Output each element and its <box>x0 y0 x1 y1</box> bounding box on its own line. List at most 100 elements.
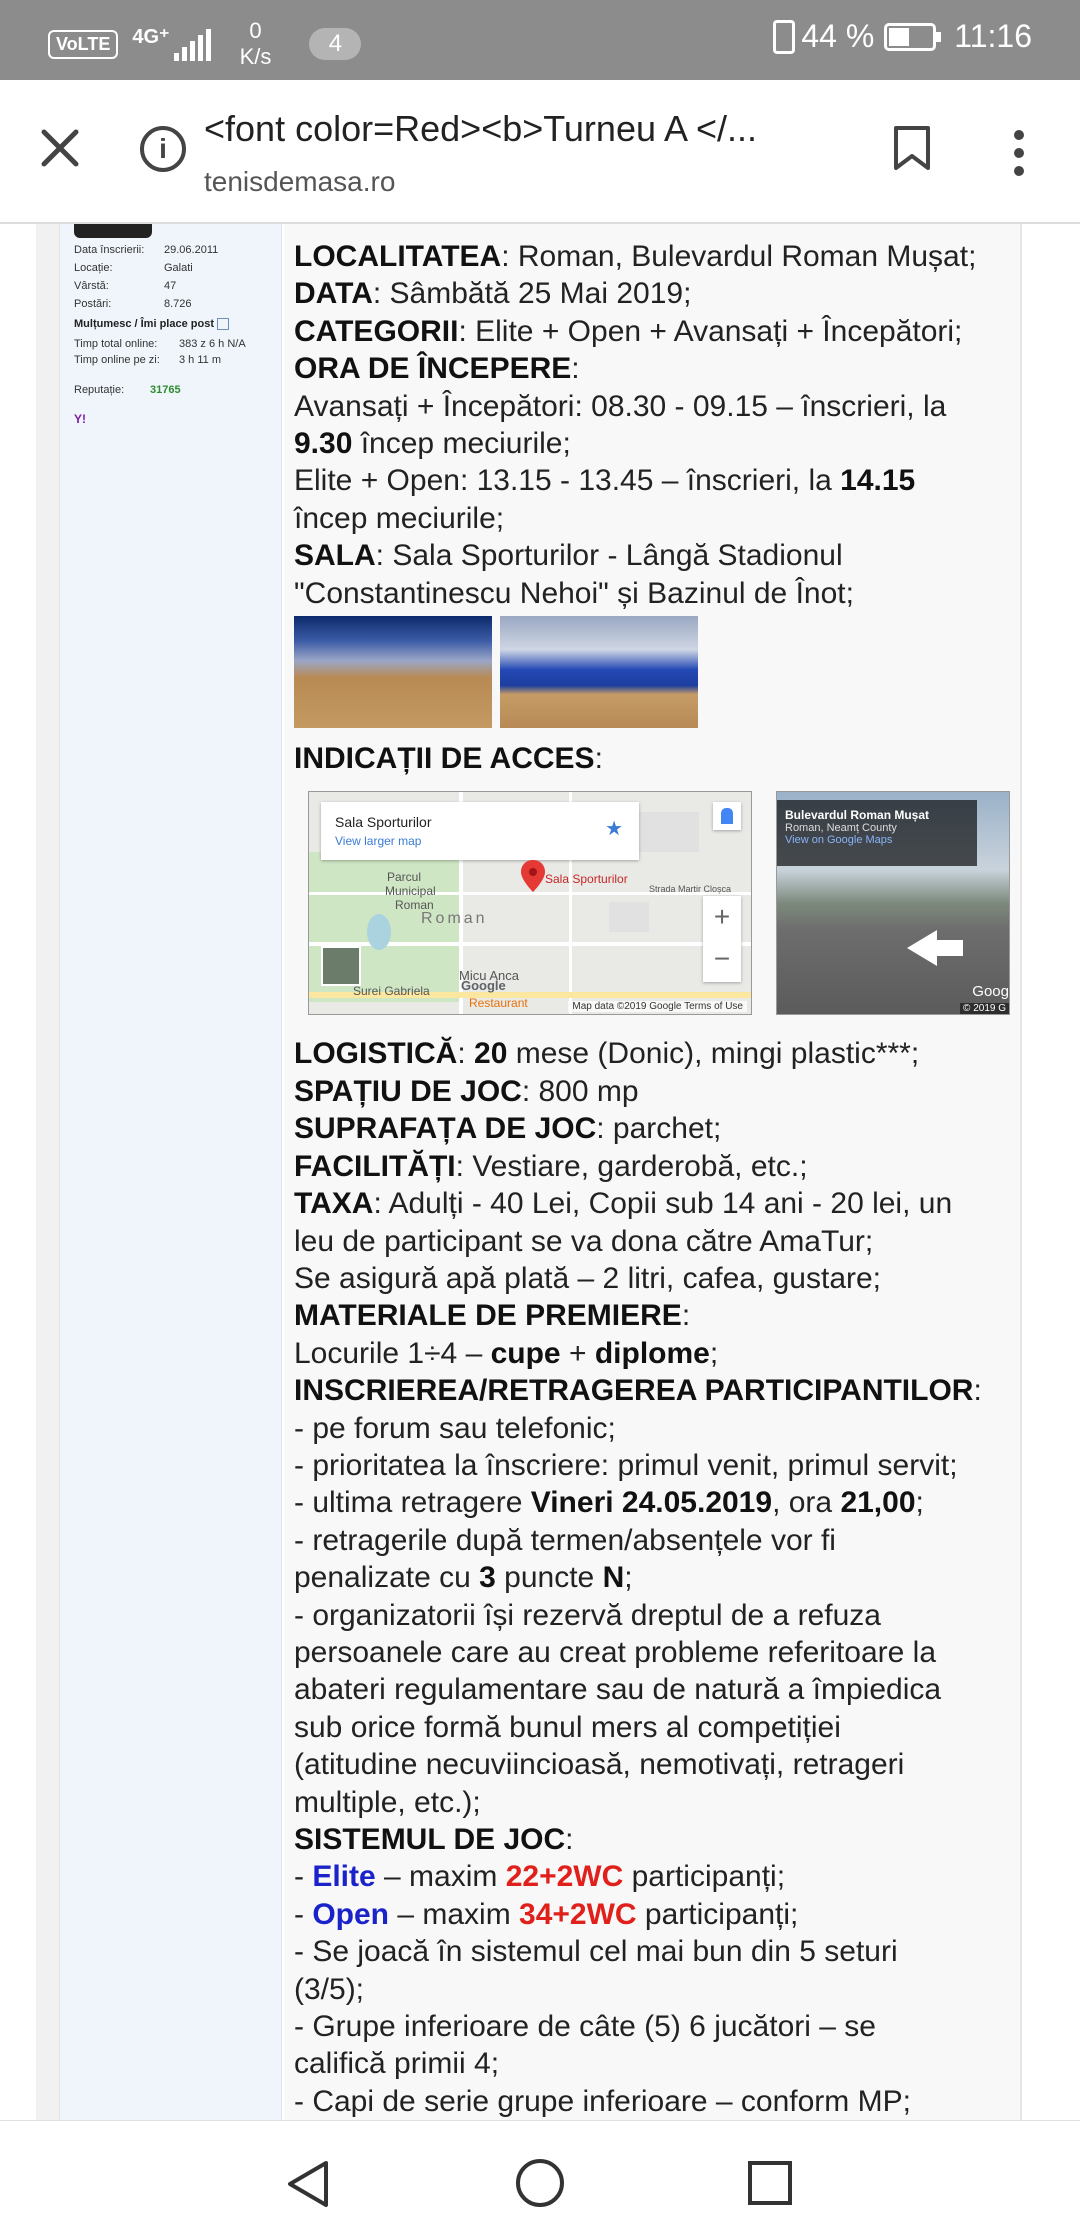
post-line: (3/5); <box>294 1972 365 2006</box>
post-line: - organizatorii își rezervă dreptul de a… <box>294 1598 881 1632</box>
text: : <box>594 742 603 776</box>
profile-row: Data înscrierii: 29.06.2011 <box>74 244 218 256</box>
signal-icon <box>173 27 214 61</box>
heading-localitatea: LOCALITATEA <box>294 240 502 273</box>
status-bar: VoLTE 4G⁺ 0 K/s 4 44 % 11:16 <box>0 0 1080 80</box>
map-label: Parcul <box>387 870 422 885</box>
profile-label: Locație: <box>74 262 113 274</box>
post-line: persoanele care au creat probleme referi… <box>294 1635 937 1669</box>
profile-label: Timp total online: <box>74 338 158 350</box>
map-label: Municipal <box>385 884 436 899</box>
venue-photo[interactable] <box>294 616 492 729</box>
thanks-label: Mulțumesc / Îmi place post <box>74 318 214 330</box>
text: participanți; <box>636 1897 799 1931</box>
pegman-icon[interactable] <box>713 802 741 831</box>
text: : parchet; <box>596 1112 722 1146</box>
heading-suprafata: SUPRAFAȚA DE JOC <box>294 1112 597 1146</box>
bookmark-icon[interactable] <box>892 124 932 172</box>
recents-icon[interactable] <box>746 2159 794 2207</box>
post-line: Se asigură apă plată – 2 litri, cafea, g… <box>294 1261 882 1295</box>
street-view-subtitle: Roman, Neamț County <box>785 822 897 835</box>
info-icon[interactable]: i <box>140 126 186 172</box>
post-line: - Elite – maxim 22+2WC participanți; <box>294 1858 1020 1895</box>
heading-facilitati: FACILITĂȚI <box>294 1149 456 1183</box>
text: mese (Donic), mingi plastic***; <box>507 1037 920 1071</box>
thanks-link[interactable]: Mulțumesc / Îmi place post <box>74 318 229 331</box>
post-line: abateri regulamentare sau de natură a îm… <box>294 1673 942 1707</box>
star-icon[interactable]: ★ <box>605 816 623 841</box>
text: - <box>294 1860 313 1894</box>
map-footer: Map data ©2019 Google Terms of Use <box>568 1001 747 1013</box>
view-on-google-maps-link[interactable]: View on Google Maps <box>785 834 969 846</box>
view-larger-map-link[interactable]: View larger map <box>335 834 421 848</box>
zoom-controls: + − <box>703 896 741 983</box>
yahoo-icon[interactable]: Y! <box>74 412 86 426</box>
heading-taxa: TAXA <box>294 1187 374 1221</box>
volte-icon: VoLTE <box>48 29 119 59</box>
post-line: INDICAȚII DE ACCES: <box>294 740 1020 777</box>
speed-value: 0 <box>249 18 262 43</box>
battery-icon <box>884 22 942 51</box>
close-icon[interactable] <box>36 124 84 172</box>
google-logo: Goog <box>972 983 1009 1001</box>
heading-logistica: LOGISTICĂ <box>294 1037 458 1071</box>
post-line: califică primii 4; <box>294 2047 500 2081</box>
post-line: MATERIALE DE PREMIERE: <box>294 1297 1020 1334</box>
page-url[interactable]: tenisdemasa.ro <box>204 166 395 198</box>
heading-data: DATA <box>294 277 373 311</box>
text: : <box>571 352 580 386</box>
heading-spatiu: SPAȚIU DE JOC <box>294 1074 522 1108</box>
max-participants: 34+2WC <box>519 1897 637 1931</box>
post-line: Locurile 1÷4 – cupe + diplome; <box>294 1335 1020 1372</box>
profile-label: Data înscrierii: <box>74 244 145 256</box>
map-card-title: Sala Sporturilor <box>335 814 432 831</box>
text: – maxim <box>389 1897 520 1931</box>
post-line: CATEGORII: Elite + Open + Avansați + Înc… <box>294 313 1020 350</box>
vibrate-icon <box>773 19 796 54</box>
text: : Elite + Open + Avansați + Începători; <box>458 314 963 348</box>
google-logo: Google <box>461 978 506 994</box>
speed-unit: K/s <box>239 44 272 69</box>
profile-row: Locație: Galati <box>74 262 193 274</box>
map-label: Restaurant <box>469 996 528 1011</box>
google-map[interactable]: Sala Sporturilor View larger map ★ Parcu… <box>308 791 752 1016</box>
post-line: LOGISTICĂ: 20 mese (Donic), mingi plasti… <box>294 1035 1020 1072</box>
zoom-out-icon[interactable]: − <box>703 938 741 980</box>
category-elite: Elite <box>312 1860 376 1894</box>
post-line: SUPRAFAȚA DE JOC: parchet; <box>294 1110 1020 1147</box>
reputation-value: 31765 <box>150 384 181 396</box>
text: : <box>681 1299 691 1333</box>
page-title: <font color=Red><b>Turneu A </... <box>204 108 758 149</box>
bold-time: 9.30 <box>294 427 353 461</box>
map-label: Surei Gabriela <box>353 984 430 999</box>
map-info-card: Sala Sporturilor View larger map ★ <box>321 802 639 861</box>
text: : Adulți - 40 Lei, Copii sub 14 ani - 20… <box>373 1187 953 1221</box>
home-icon[interactable] <box>514 2157 566 2209</box>
map-label: Roman <box>421 910 488 928</box>
street-arrow-icon[interactable] <box>897 926 967 967</box>
avatar[interactable] <box>74 224 152 238</box>
clock: 11:16 <box>954 18 1032 54</box>
network-type: 4G⁺ <box>132 25 170 48</box>
post-line: SISTEMUL DE JOC: <box>294 1821 1020 1858</box>
heading-sala: SALA <box>294 539 376 573</box>
post-line: sub orice formă bunul mers al competiție… <box>294 1710 841 1744</box>
post-body: LOCALITATEA: Roman, Bulevardul Roman Muș… <box>284 224 1022 2120</box>
zoom-in-icon[interactable]: + <box>703 896 741 938</box>
browser-toolbar: i <font color=Red><b>Turneu A </... teni… <box>0 80 1080 224</box>
text: Elite + Open: 13.15 - 13.45 – înscrieri,… <box>294 464 841 498</box>
overflow-menu-icon[interactable] <box>1014 130 1026 184</box>
heading-sistemul: SISTEMUL DE JOC <box>294 1823 566 1856</box>
street-view[interactable]: Bulevardul Roman Mușat Roman, Neamț Coun… <box>776 791 1010 1016</box>
profile-label: Vârstă: <box>74 280 109 292</box>
post-line: - prioritatea la înscriere: primul venit… <box>294 1448 958 1482</box>
map-pin-icon[interactable] <box>521 860 545 893</box>
profile-value: 29.06.2011 <box>164 244 219 256</box>
post-line: TAXA: Adulți - 40 Lei, Copii sub 14 ani … <box>294 1185 1020 1222</box>
profile-value: 383 z 6 h N/A <box>179 338 246 350</box>
text: ; <box>624 1561 633 1595</box>
street-view-thumbnail[interactable] <box>321 946 361 987</box>
bold-value: cupe <box>490 1336 561 1370</box>
venue-photo[interactable] <box>500 616 698 729</box>
back-icon[interactable] <box>284 2159 332 2209</box>
